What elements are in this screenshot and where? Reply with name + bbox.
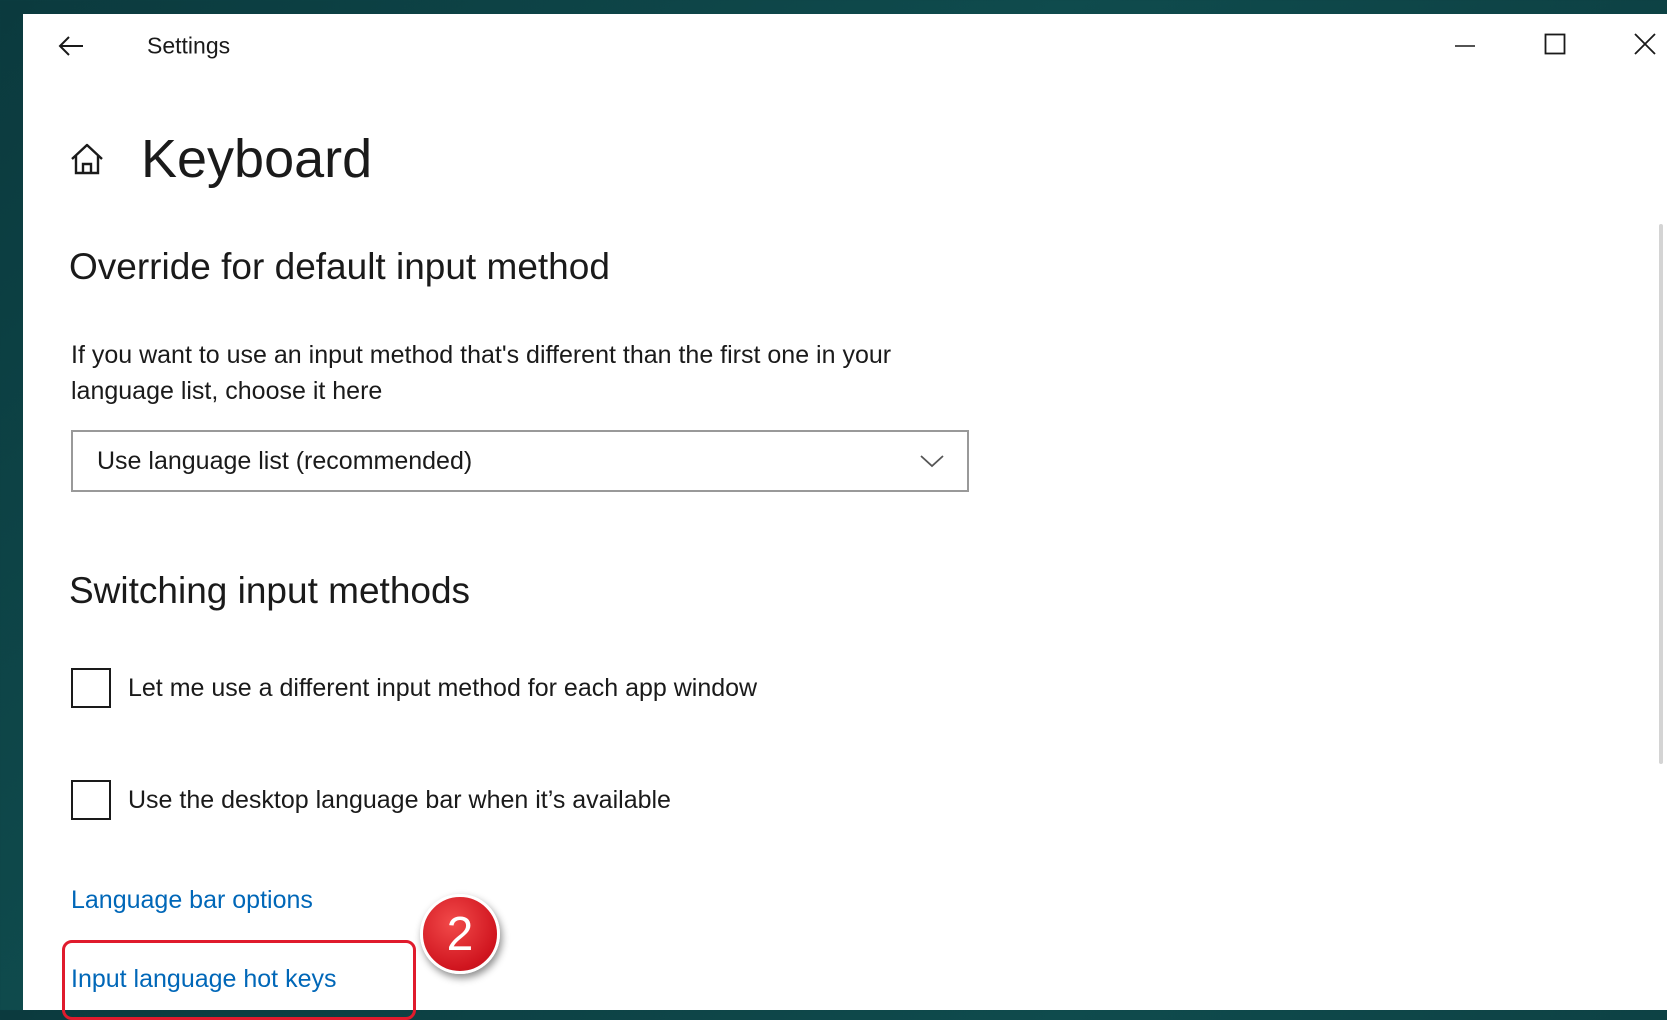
back-button[interactable] [47, 30, 95, 62]
checkbox-label: Let me use a different input method for … [128, 673, 758, 702]
per-app-input-method-checkbox[interactable]: Let me use a different input method for … [71, 668, 757, 708]
app-title: Settings [147, 32, 231, 59]
input-language-hot-keys-link[interactable]: Input language hot keys [71, 965, 336, 994]
page-header: Keyboard [67, 132, 372, 186]
language-bar-options-link[interactable]: Language bar options [71, 886, 313, 915]
checkbox-label: Use the desktop language bar when it’s a… [128, 785, 671, 814]
dropdown-selected-value: Use language list (recommended) [97, 446, 473, 475]
checkbox-box[interactable] [71, 780, 111, 820]
title-bar: Settings [23, 14, 1667, 78]
step-badge: 2 [420, 894, 500, 974]
checkbox-box[interactable] [71, 668, 111, 708]
arrow-left-icon [58, 36, 83, 56]
switching-section-heading: Switching input methods [69, 570, 471, 611]
minimize-button[interactable] [1435, 22, 1495, 66]
settings-window: Settings Keyboard Override for default i… [23, 14, 1667, 1020]
close-icon [1634, 33, 1656, 55]
page-title: Keyboard [141, 129, 373, 189]
override-section-heading: Override for default input method [69, 246, 610, 287]
chevron-down-icon [917, 451, 947, 471]
input-method-dropdown[interactable]: Use language list (recommended) [71, 430, 969, 492]
close-button[interactable] [1615, 22, 1667, 66]
maximize-button[interactable] [1525, 22, 1585, 66]
override-description: If you want to use an input method that'… [71, 341, 892, 405]
desktop-language-bar-checkbox[interactable]: Use the desktop language bar when it’s a… [71, 780, 671, 820]
home-icon[interactable] [67, 139, 107, 179]
scrollbar[interactable] [1659, 224, 1663, 764]
maximize-icon [1544, 33, 1566, 55]
minimize-icon [1455, 45, 1475, 47]
